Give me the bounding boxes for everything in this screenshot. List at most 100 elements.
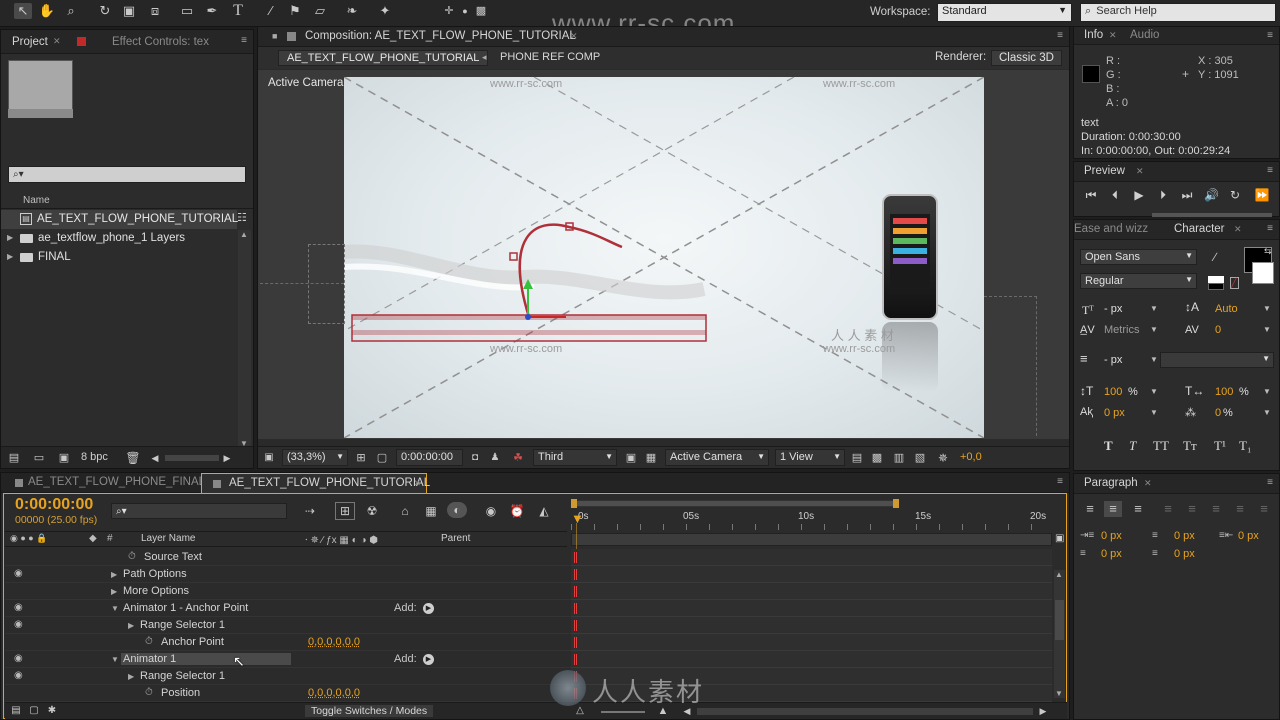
zoom-slider[interactable] xyxy=(601,711,645,713)
scroll-left-icon[interactable]: ◀ xyxy=(681,703,693,719)
pen-tool-icon[interactable]: ✒ xyxy=(203,3,221,19)
keyframe-marker-icon[interactable] xyxy=(574,552,577,563)
close-icon[interactable]: ✕ xyxy=(1234,224,1242,235)
panel-menu-icon[interactable]: ≡ xyxy=(1049,477,1063,487)
panel-menu-icon[interactable]: ≡ xyxy=(1259,224,1273,234)
roto-brush-tool-icon[interactable]: ❧ xyxy=(343,3,361,19)
last-frame-icon[interactable]: ⏭ xyxy=(1180,188,1194,203)
text-tool-icon[interactable]: T xyxy=(229,3,247,19)
lock-icon[interactable]: ■ xyxy=(272,31,277,41)
previous-frame-icon[interactable]: ⏴ xyxy=(1108,188,1122,203)
track-row[interactable] xyxy=(571,634,1052,651)
keyframe-marker-icon[interactable] xyxy=(574,688,577,699)
expand-triangle-icon[interactable]: ▶ xyxy=(7,233,13,242)
twirl-closed-icon[interactable]: ▶ xyxy=(111,587,117,596)
track-row[interactable] xyxy=(571,549,1052,566)
close-icon[interactable]: ✕ xyxy=(53,36,61,47)
twirl-closed-icon[interactable]: ▶ xyxy=(128,621,134,630)
kerning-value[interactable]: Metrics xyxy=(1104,324,1139,336)
expand-triangle-icon[interactable]: ▶ xyxy=(7,252,13,261)
frame-blending-icon[interactable]: ▦ xyxy=(421,503,441,519)
chevron-down-icon[interactable]: ▼ xyxy=(1263,304,1271,313)
table-row[interactable]: ⏱ Position 0,0,0,0,0,0 xyxy=(5,685,571,702)
show-snapshot-icon[interactable]: ♟ xyxy=(488,450,502,466)
time-ruler[interactable]: 0s 05s 10s 15s 20s xyxy=(571,498,1052,532)
tab-character[interactable]: Character xyxy=(1174,223,1225,235)
black-swatch[interactable] xyxy=(1208,283,1224,290)
vertical-scale-value[interactable]: 100 xyxy=(1104,386,1122,398)
stroke-color-swatch[interactable] xyxy=(1252,262,1274,284)
track-row[interactable] xyxy=(571,600,1052,617)
audio-icon[interactable]: 🔊 xyxy=(1204,188,1219,203)
breadcrumb-current[interactable]: AE_TEXT_FLOW_PHONE_TUTORIAL xyxy=(278,50,489,66)
table-row[interactable]: ⏱ Source Text xyxy=(5,549,571,566)
faux-italic-button[interactable]: T xyxy=(1129,438,1136,454)
close-icon[interactable]: ✕ xyxy=(1144,478,1152,489)
scroll-thumb[interactable] xyxy=(1055,600,1064,640)
project-scrollbar[interactable]: ▲ ▼ xyxy=(238,230,251,448)
table-row[interactable]: ◉ ▼ Animator 1 Add: ▶ xyxy=(5,651,571,668)
bpc-label[interactable]: 8 bpc xyxy=(81,451,108,463)
close-icon[interactable]: ✕ xyxy=(1136,166,1144,177)
new-composition-icon[interactable]: ▣ xyxy=(56,450,72,466)
tracking-value[interactable]: 0 xyxy=(1215,324,1221,336)
composition-tab-title[interactable]: Composition: AE_TEXT_FLOW_PHONE_TUTORIAL xyxy=(305,30,576,42)
leading-value[interactable]: Auto xyxy=(1215,303,1238,315)
current-time-display[interactable]: 0:00:00:00 xyxy=(396,449,463,466)
table-row[interactable]: ◉ ▶ Range Selector 1 xyxy=(5,668,571,685)
chevron-down-icon[interactable]: ▼ xyxy=(1150,387,1158,396)
hide-shy-icon[interactable]: ⌂ xyxy=(395,503,415,519)
table-row[interactable]: ◉ ▶ Path Options xyxy=(5,566,571,583)
property-value[interactable]: 0,0,0,0,0,0 xyxy=(308,636,360,648)
panel-menu-icon[interactable]: ≡ xyxy=(233,36,247,46)
always-preview-icon[interactable]: ▣ xyxy=(262,450,276,466)
reset-exposure-icon[interactable]: ✵ xyxy=(936,450,950,466)
table-row[interactable]: ▶ More Options xyxy=(5,583,571,600)
tab-effect-controls[interactable]: Effect Controls: tex xyxy=(112,36,209,48)
mini-flowchart-icon[interactable]: ⇢ xyxy=(300,503,320,519)
preview-title[interactable]: Preview xyxy=(1084,165,1125,177)
renderer-value[interactable]: Classic 3D xyxy=(991,50,1062,66)
stopwatch-icon[interactable]: ⏱ xyxy=(145,687,153,698)
table-row[interactable]: ◉ ▼ Animator 1 - Anchor Point Add: ▶ xyxy=(5,600,571,617)
timeline-vscroll[interactable]: ▲ ▼ xyxy=(1054,570,1065,698)
eye-icon[interactable]: ◉ xyxy=(14,603,24,613)
chevron-down-icon[interactable]: ▼ xyxy=(1150,408,1158,417)
toggle-pixel-aspect-icon[interactable]: ▤ xyxy=(850,450,864,466)
draft-3d-icon[interactable]: ☢ xyxy=(362,503,382,519)
font-size-value[interactable]: - px xyxy=(1104,303,1122,315)
keyframe-marker-icon[interactable] xyxy=(574,620,577,631)
camera-view-dropdown[interactable]: Active Camera ▼ xyxy=(665,449,769,466)
region-of-interest-icon[interactable]: ▣ xyxy=(624,450,638,466)
live-update-icon[interactable]: ⊞ xyxy=(335,502,355,520)
work-area-end-handle[interactable] xyxy=(893,499,899,508)
project-flowchart-icon[interactable]: ☷ xyxy=(237,211,247,224)
auto-keyframe-icon[interactable]: ⏰ xyxy=(507,503,527,519)
scroll-up-icon[interactable]: ▲ xyxy=(240,230,248,239)
twirl-closed-icon[interactable]: ▶ xyxy=(111,570,117,579)
chevron-down-icon[interactable]: ▼ xyxy=(1263,325,1271,334)
timeline-hscroll[interactable] xyxy=(697,708,1033,715)
justify-last-right-icon[interactable]: ≡ xyxy=(1208,501,1224,517)
justify-last-center-icon[interactable]: ≡ xyxy=(1184,501,1200,517)
tab-final-comp[interactable]: AE_TEXT_FLOW_PHONE_FINAL xyxy=(28,476,205,488)
rotate-tool-icon[interactable]: ↻ xyxy=(96,3,114,19)
eraser-tool-icon[interactable]: ▱ xyxy=(311,3,329,19)
space-after-value[interactable]: 0 px xyxy=(1174,548,1195,560)
channels-icon[interactable]: ☘ xyxy=(510,450,526,466)
scroll-right-icon[interactable]: ▶ xyxy=(221,450,233,466)
snapshot-camera-icon[interactable]: ◘ xyxy=(468,450,482,466)
composition-canvas[interactable]: www.rr-sc.com www.rr-sc.com www.rr-sc.co… xyxy=(344,77,984,438)
timeline-icon[interactable]: ▥ xyxy=(892,450,906,466)
superscript-button[interactable]: T¹ xyxy=(1214,438,1226,454)
property-value[interactable]: 0,0,0,0,0,0 xyxy=(308,687,360,699)
eyedropper-icon[interactable]: ∕ xyxy=(1208,249,1222,265)
mask-visibility-icon[interactable]: ▢ xyxy=(375,450,389,466)
flowchart-icon[interactable]: ▧ xyxy=(913,450,927,466)
expand-layer-switches-icon[interactable]: ▤ xyxy=(9,703,23,719)
zoom-in-icon[interactable]: ▲ xyxy=(655,703,671,719)
work-area-start-handle[interactable] xyxy=(571,499,577,508)
justify-all-lines-icon[interactable]: ≡ xyxy=(1256,501,1272,517)
horizontal-scale-value[interactable]: 100 xyxy=(1215,386,1233,398)
view-layout-dropdown[interactable]: 1 View ▼ xyxy=(775,449,845,466)
